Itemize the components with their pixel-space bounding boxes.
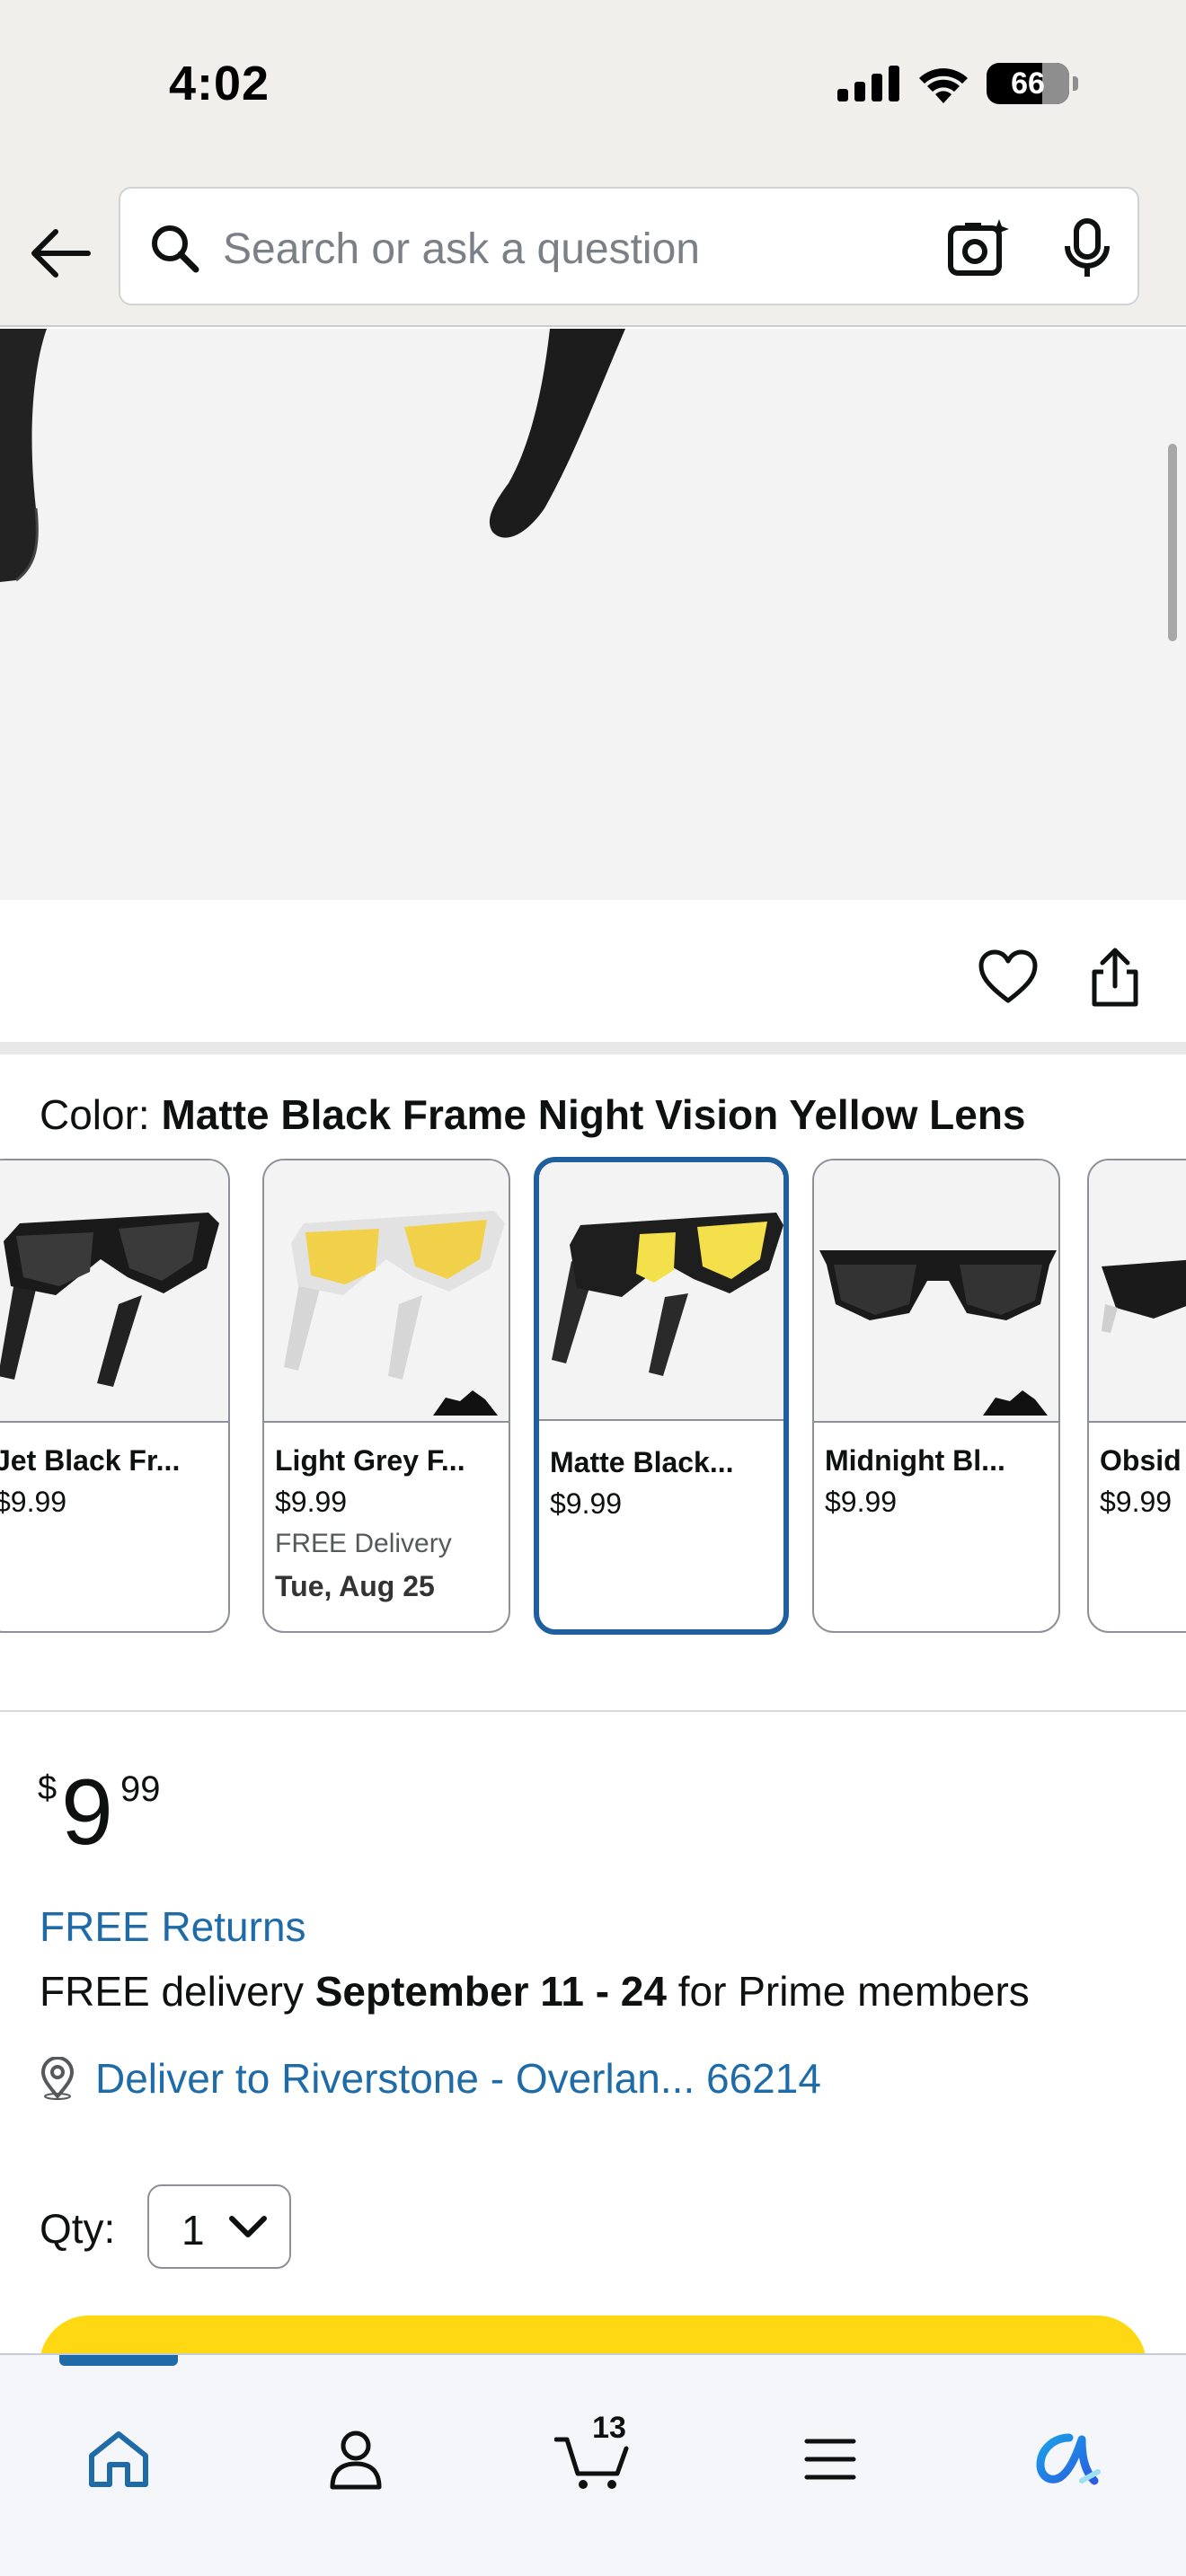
swatch-image <box>539 1162 783 1421</box>
swatch-delivery: FREE Delivery <box>275 1529 452 1558</box>
product-image[interactable] <box>0 329 1186 900</box>
swatch-obsidian[interactable]: Obsid $9.99 <box>1087 1159 1186 1633</box>
microphone-icon[interactable] <box>1055 216 1120 280</box>
nav-cart[interactable]: 13 <box>548 2411 638 2504</box>
swatch-image <box>1089 1160 1186 1423</box>
prime-badge-icon <box>983 1390 1048 1416</box>
swatch-name: Light Grey F... <box>275 1444 465 1477</box>
swatch-midnight-black[interactable]: Midnight Bl... $9.99 <box>812 1159 1060 1633</box>
back-button[interactable] <box>23 217 95 289</box>
search-placeholder: Search or ask a question <box>223 225 700 273</box>
swatch-price: $9.99 <box>550 1487 623 1520</box>
wifi-icon <box>919 68 968 103</box>
delivery-info: FREE delivery September 11 - 24 for Prim… <box>40 1967 1030 2016</box>
status-icons: 66 <box>837 63 1078 104</box>
image-actions <box>0 900 1186 1042</box>
swatch-image <box>814 1160 1058 1423</box>
cart-count-badge: 13 <box>592 2411 626 2445</box>
swatch-image <box>0 1160 228 1423</box>
hamburger-menu-icon <box>804 2439 856 2480</box>
swatch-name: Jet Black Fr... <box>0 1444 181 1477</box>
price-fraction: 99 <box>120 1769 161 1809</box>
share-icon[interactable] <box>1089 947 1141 1008</box>
price-symbol: $ <box>38 1769 58 1807</box>
rufus-ai-icon <box>1036 2433 1101 2485</box>
deliver-to-link[interactable]: Deliver to Riverstone - Overlan... 66214 <box>38 2051 821 2105</box>
swatch-delivery-date: Tue, Aug 25 <box>275 1570 435 1602</box>
cellular-signal-icon <box>837 66 899 101</box>
black-sunglasses-image <box>0 1213 219 1387</box>
free-returns-link[interactable]: FREE Returns <box>40 1902 306 1951</box>
swatch-name: Midnight Bl... <box>825 1444 1005 1477</box>
search-icon <box>152 225 199 273</box>
delivery-suffix: for Prime members <box>666 1968 1030 2015</box>
color-swatches: Jet Black Fr... $9.99 Light Grey F... $9… <box>0 1157 1186 1635</box>
nav-rufus[interactable] <box>1022 2414 1112 2504</box>
camera-search-icon[interactable] <box>945 216 1010 280</box>
image-scroll-indicator <box>1168 444 1177 641</box>
nav-menu[interactable] <box>785 2414 875 2504</box>
wishlist-heart-icon[interactable] <box>978 948 1039 1006</box>
section-divider <box>0 1710 1186 1712</box>
bottom-navigation: 13 <box>0 2353 1186 2576</box>
swatch-name: Obsid <box>1100 1444 1182 1477</box>
prime-badge-icon <box>433 1390 498 1416</box>
quantity-dropdown[interactable]: 1 <box>147 2184 291 2269</box>
swatch-price: $9.99 <box>0 1486 67 1518</box>
person-icon <box>330 2430 382 2490</box>
swatch-price: $9.99 <box>1100 1486 1173 1518</box>
battery-icon: 66 <box>987 63 1069 104</box>
grey-sunglasses-image <box>284 1211 505 1380</box>
swatch-matte-black-selected[interactable]: Matte Black... $9.99 <box>534 1157 789 1635</box>
chevron-down-icon <box>229 2216 267 2237</box>
deliver-to-address: Deliver to Riverstone - Overlan... 66214 <box>95 2055 821 2102</box>
status-bar: 4:02 66 <box>0 0 1186 176</box>
qty-value: 1 <box>181 2207 205 2254</box>
back-arrow-icon <box>31 229 91 278</box>
midnight-sunglasses-image <box>819 1250 1057 1320</box>
status-time: 4:02 <box>169 57 270 110</box>
delivery-dates: September 11 - 24 <box>314 1968 667 2015</box>
price-whole: 9 <box>61 1760 113 1865</box>
battery-level: 66 <box>1011 66 1045 101</box>
home-icon <box>89 2431 148 2487</box>
location-pin-icon <box>40 2057 75 2100</box>
search-header: Search or ask a question <box>0 176 1186 327</box>
swatch-image <box>264 1160 509 1423</box>
color-label: Color: Matte Black Frame Night Vision Ye… <box>40 1090 1026 1139</box>
delivery-prefix: FREE delivery <box>40 1968 315 2015</box>
nav-account[interactable] <box>311 2414 401 2504</box>
swatch-name: Matte Black... <box>550 1446 734 1478</box>
search-input[interactable]: Search or ask a question <box>119 187 1139 305</box>
sunglasses-image <box>0 329 625 582</box>
obsidian-sunglasses-image <box>1102 1259 1186 1333</box>
color-prefix: Color: <box>40 1091 162 1138</box>
swatch-price: $9.99 <box>825 1486 898 1518</box>
swatch-price: $9.99 <box>275 1486 348 1518</box>
section-separator <box>0 1042 1186 1054</box>
nav-home[interactable] <box>74 2414 164 2504</box>
active-tab-indicator <box>59 2355 178 2366</box>
qty-label: Qty: <box>40 2205 116 2252</box>
color-value: Matte Black Frame Night Vision Yellow Le… <box>161 1091 1026 1138</box>
yellow-lens-sunglasses-image <box>552 1213 783 1376</box>
swatch-jet-black[interactable]: Jet Black Fr... $9.99 <box>0 1159 230 1633</box>
swatch-light-grey[interactable]: Light Grey F... $9.99 FREE Delivery Tue,… <box>262 1159 510 1633</box>
